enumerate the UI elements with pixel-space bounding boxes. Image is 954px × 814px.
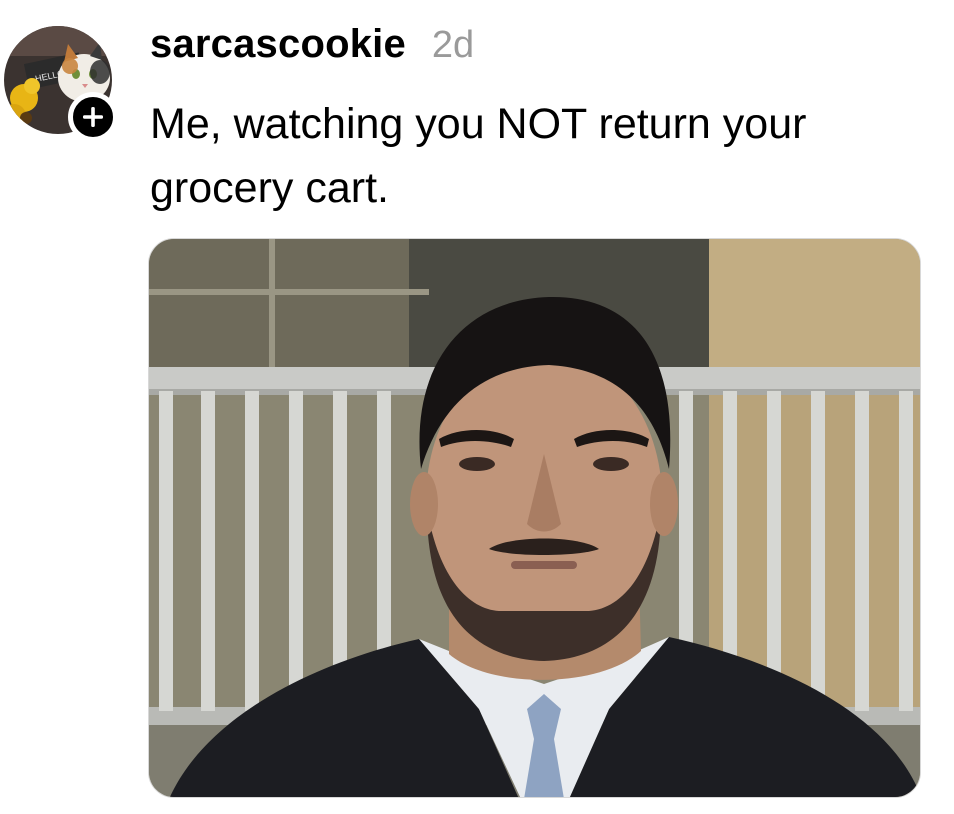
post-header: sarcascookie 2d	[150, 22, 474, 67]
username[interactable]: sarcascookie	[150, 22, 406, 67]
plus-icon	[83, 107, 103, 127]
avatar-container[interactable]: HELLO	[4, 26, 118, 142]
post-media[interactable]	[148, 238, 921, 798]
post-caption: Me, watching you NOT return your grocery…	[150, 100, 807, 212]
post-photo	[149, 239, 920, 797]
post: HELLO sarcascookie 2d Me, watching you N…	[0, 0, 954, 814]
follow-badge[interactable]	[68, 92, 118, 142]
timestamp[interactable]: 2d	[432, 24, 474, 67]
